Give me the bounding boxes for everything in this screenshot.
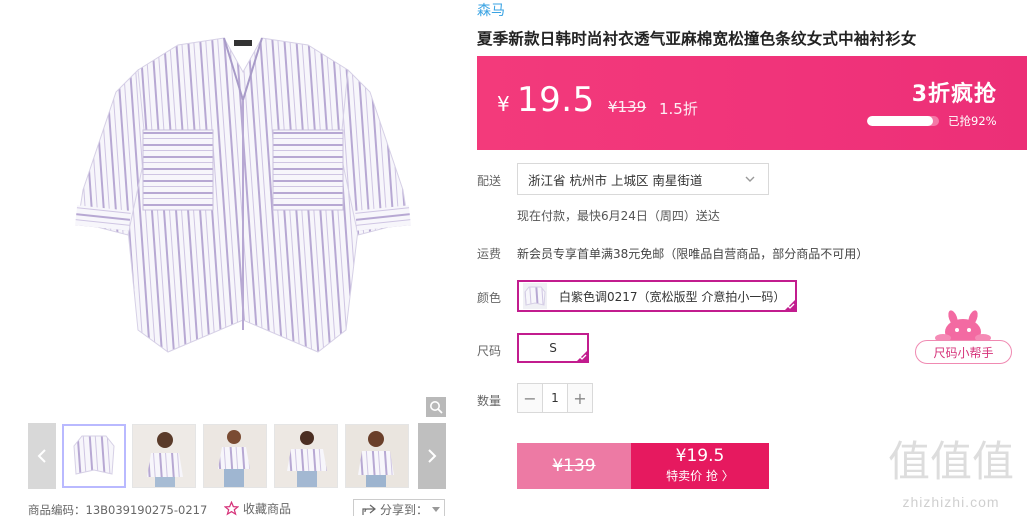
freight-policy: 新会员专享首单满38元免邮（限唯品自营商品，部分商品不可用）	[517, 247, 869, 261]
quantity-input[interactable]: 1	[542, 384, 568, 412]
model-thumbnail	[346, 425, 408, 487]
color-label: 颜色	[477, 291, 502, 305]
watermark-glyphs: 值值值	[888, 437, 1014, 486]
original-price: ¥139	[608, 98, 647, 116]
thumbnail-item[interactable]	[203, 424, 267, 488]
check-icon	[579, 354, 587, 360]
watermark-site: zhizhizhi.com	[902, 494, 1000, 510]
check-icon	[787, 303, 795, 309]
chevron-left-icon	[37, 449, 46, 463]
color-option-label: 白紫色调0217（宽松版型 介意拍小一码）	[559, 289, 786, 304]
thumbnail-item[interactable]	[62, 424, 126, 488]
original-price-button[interactable]: ¥139	[517, 443, 631, 489]
share-button[interactable]: 分享到：	[353, 499, 445, 516]
delivery-location-select[interactable]: 浙江省 杭州市 上城区 南星街道	[517, 163, 769, 195]
favorite-label: 收藏商品	[243, 502, 292, 516]
sold-progress-bar	[867, 116, 939, 126]
delivery-label: 配送	[477, 174, 502, 188]
brand-link[interactable]: 森马	[477, 0, 505, 20]
share-label: 分享到：	[380, 503, 429, 516]
shirt-thumbnail	[64, 426, 124, 486]
flash-sale-slogan: 3折疯抢	[911, 82, 997, 107]
color-option-selected[interactable]: 白紫色调0217（宽松版型 介意拍小一码）	[517, 280, 797, 312]
size-option-selected[interactable]: S	[517, 333, 589, 363]
delivery-location-value: 浙江省 杭州市 上城区 南星街道	[528, 172, 703, 188]
thumbnail-item[interactable]	[345, 424, 409, 488]
size-helper[interactable]: 尺码小帮手	[915, 308, 1015, 366]
price-banner: ¥ 19.5 ¥139 1.5折 3折疯抢 已抢92%	[477, 56, 1027, 150]
quantity-label: 数量	[477, 394, 502, 408]
watermark-logo: 值值值	[888, 437, 1014, 486]
chevron-right-icon	[428, 449, 437, 463]
sale-price: 19.5	[517, 80, 595, 120]
favorite-button[interactable]: 收藏商品	[224, 500, 291, 516]
delivery-estimate: 现在付款，最快6月24日（周四）送达	[517, 209, 720, 223]
product-title: 夏季新款日韩时尚衬衣透气亚麻棉宽松撞色条纹女式中袖衬衫女	[477, 30, 917, 48]
star-icon	[224, 501, 239, 516]
product-sku: 商品编码：13B039190275-0217	[28, 503, 208, 516]
buy-now-price: ¥19.5	[675, 446, 725, 466]
color-swatch	[523, 283, 547, 309]
quantity-increase-button[interactable]: +	[568, 384, 592, 412]
site-watermark: 值值值 zhizhizhi.com	[876, 432, 1026, 516]
caret-down-icon	[432, 506, 441, 512]
discount-text: 1.5折	[659, 100, 698, 118]
thumb-next-button[interactable]	[418, 423, 446, 489]
size-label: 尺码	[477, 344, 502, 358]
sold-progress-fill	[867, 116, 934, 126]
sold-percent-text: 已抢92%	[948, 114, 997, 128]
buy-now-button[interactable]: ¥19.5 特卖价 抢 〉	[631, 443, 769, 489]
buy-now-label: 特卖价 抢 〉	[666, 469, 734, 483]
zoom-button[interactable]	[426, 397, 446, 417]
model-thumbnail	[133, 425, 195, 487]
main-product-image[interactable]	[28, 0, 446, 418]
shirt-swatch-image	[524, 286, 546, 306]
quantity-decrease-button[interactable]: −	[518, 384, 542, 412]
currency-symbol: ¥	[497, 92, 510, 116]
gallery-info-bar: 商品编码：13B039190275-0217 收藏商品 分享到：	[28, 499, 448, 516]
model-thumbnail	[204, 425, 266, 487]
magnifier-icon	[430, 401, 443, 414]
size-helper-label: 尺码小帮手	[915, 340, 1012, 364]
share-icon	[362, 504, 376, 515]
thumbnail-item[interactable]	[132, 424, 196, 488]
chevron-down-icon	[745, 176, 755, 182]
thumb-prev-button[interactable]	[28, 423, 56, 489]
freight-label: 运费	[477, 247, 502, 261]
size-option-label: S	[549, 341, 557, 355]
thumbnail-strip	[28, 423, 446, 489]
thumbnail-item[interactable]	[274, 424, 338, 488]
model-thumbnail	[275, 425, 337, 487]
quantity-stepper: − 1 +	[517, 383, 593, 413]
striped-shirt-image	[75, 37, 411, 353]
